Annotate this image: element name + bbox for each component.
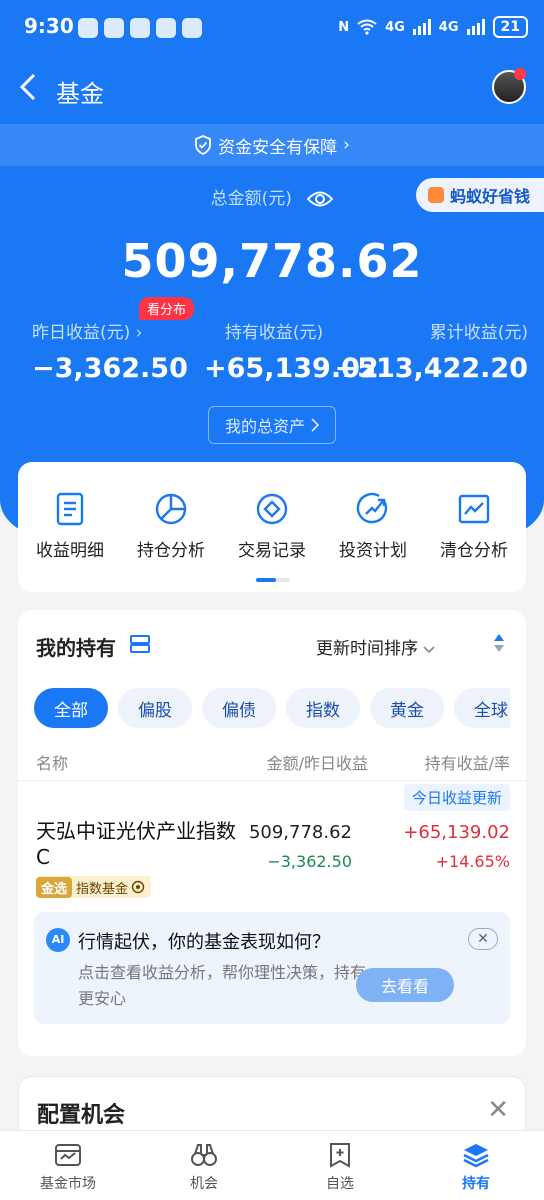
yesterday-profit-value: −3,362.50 [32,353,188,384]
fund-holding-profit: +65,139.02 [403,822,510,843]
update-tag: 今日收益更新 [403,784,510,811]
sort-arrows-icon[interactable] [492,632,506,654]
tab-watchlist[interactable]: 自选 [290,1141,390,1193]
chevron-down-icon [423,646,435,654]
app-icon [130,18,150,38]
chevron-left-icon[interactable] [18,72,38,108]
chevron-right-icon: › [135,323,143,343]
chevron-right-icon: › [343,135,350,155]
gold-pick-badge: 金选 [36,876,73,898]
tool-trade-records[interactable]: 交易记录 [220,492,324,561]
notification-dot [514,68,526,80]
cumulative-profit: 累计收益(元) +513,422.20 [334,323,528,384]
tool-investment-plan[interactable]: 投资计划 [321,492,425,561]
chevron-right-icon [311,418,319,432]
promo-button[interactable]: 蚂蚁好省钱 [415,178,544,212]
qq-icon [78,18,98,38]
tab-holdings[interactable]: 持有 [426,1141,526,1193]
tool-profit-detail[interactable]: 收益明细 [18,492,122,561]
safety-banner[interactable]: 资金安全有保障 › [0,124,544,166]
fund-name[interactable]: 天弘中证光伏产业指数C [36,818,236,870]
market-icon [55,1144,81,1166]
chip-bond[interactable]: 偏债 [202,688,276,728]
page-title: 基金 [56,80,104,108]
fund-tag: 金选 指数基金 [36,876,152,898]
holding-profit: 持有收益(元) +65,139.02 [204,323,379,384]
ai-card-desc: 点击查看收益分析，帮你理性决策，持有更安心 [78,963,367,1008]
chip-all[interactable]: 全部 [34,688,108,728]
app-icon [156,18,176,38]
chart-icon [458,494,490,524]
holding-profit-value: +65,139.02 [204,353,379,384]
record-icon [256,493,288,525]
list-toggle-icon[interactable] [130,635,150,653]
status-indicators: N 4G 4G 21 [338,16,528,38]
fund-yesterday-profit: −3,362.50 [267,852,352,871]
network-label: 4G [438,19,459,35]
distribution-badge[interactable]: 看分布 [139,297,195,320]
signal-icon [412,19,431,35]
close-icon[interactable]: ✕ [487,1097,509,1123]
layers-icon [463,1144,489,1168]
wifi-icon [357,19,377,35]
pie-chart-icon [155,493,187,525]
trend-icon [356,492,388,524]
fund-profit-rate: +14.65% [435,852,510,871]
chip-index[interactable]: 指数 [286,688,360,728]
shield-check-icon [195,135,211,155]
chip-global[interactable]: 全球 [454,688,510,728]
nfc-icon: N [338,19,350,35]
status-app-icons [78,18,202,38]
fund-amount: 509,778.62 [248,822,352,843]
go-see-button[interactable]: 去看看 [356,968,454,1002]
chip-gold[interactable]: 黄金 [370,688,444,728]
bottom-tab-bar: 基金市场 机会 自选 持有 [0,1130,544,1200]
tab-opportunity[interactable]: 机会 [154,1141,254,1193]
tool-clearance-analysis[interactable]: 清仓分析 [422,492,526,561]
column-name: 名称 [36,754,69,773]
status-bar: 9:30 N 4G 4G 21 [0,0,544,56]
holdings-card: 我的持有 更新时间排序 全部 偏股 偏债 指数 黄金 全球 名称 金额/昨日收益… [18,610,526,1056]
column-profit: 持有收益/率 [424,754,510,773]
cumulative-profit-value: +513,422.20 [334,353,528,384]
document-icon [56,492,84,526]
scroll-indicator [256,578,290,582]
config-title: 配置机会 [37,1103,126,1128]
category-chips: 全部 偏股 偏债 指数 黄金 全球 [34,688,510,730]
add-bookmark-icon [330,1143,350,1168]
app-icon [104,18,124,38]
ai-suggestion-card[interactable]: AI 行情起伏，你的基金表现如何？ ✕ 点击查看收益分析，帮你理性决策，持有更安… [34,912,510,1024]
safety-text: 资金安全有保障 [218,137,338,158]
total-assets-button[interactable]: 我的总资产 [208,406,336,444]
status-time: 9:30 [24,14,74,38]
holdings-title: 我的持有 [36,636,116,660]
ai-card-title: 行情起伏，你的基金表现如何？ [78,932,330,953]
tab-fund-market[interactable]: 基金市场 [18,1141,118,1193]
target-icon [131,880,145,894]
yesterday-profit[interactable]: 昨日收益(元) › −3,362.50 [32,318,188,384]
binoculars-icon [191,1144,217,1166]
total-amount: 509,778.62 [121,234,423,288]
close-icon[interactable]: ✕ [468,928,498,950]
tools-panel: 收益明细 持仓分析 交易记录 投资计划 清仓分析 [18,462,526,592]
network-label: 4G [385,19,405,35]
chip-equity[interactable]: 偏股 [118,688,192,728]
nav-bar: 基金 [0,64,544,114]
battery-indicator: 21 [492,16,528,38]
gift-icon [427,187,444,203]
signal-icon [466,19,485,35]
divider [18,780,526,781]
app-icon [182,18,202,38]
avatar[interactable] [492,68,526,104]
tool-position-analysis[interactable]: 持仓分析 [119,492,223,561]
sort-dropdown[interactable]: 更新时间排序 [316,634,435,659]
eye-icon[interactable] [307,190,334,208]
ai-icon: AI [46,928,70,952]
column-amount: 金额/昨日收益 [266,754,368,773]
